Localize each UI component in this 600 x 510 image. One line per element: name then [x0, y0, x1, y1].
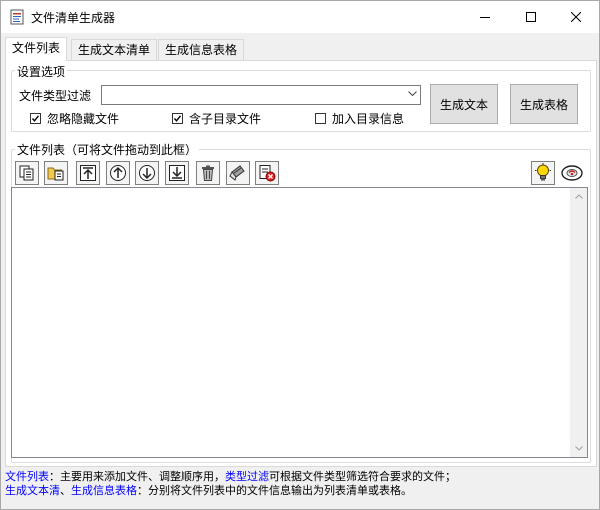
checkmark-icon	[173, 115, 182, 122]
add-files-button[interactable]	[15, 161, 39, 185]
chevron-down-icon	[408, 91, 417, 97]
file-list-toolbar	[15, 161, 585, 185]
help-link-type-filter[interactable]: 类型过滤	[225, 470, 269, 483]
help-text-2: 可根据文件类型筛选符合要求的文件；	[269, 470, 456, 483]
file-list-group-label: 文件列表（可将文件拖动到此框）	[15, 141, 200, 158]
vertical-scrollbar[interactable]	[570, 188, 587, 457]
help-text-3: ：分别将文件列表中的文件信息输出为列表清单或表格。	[137, 484, 412, 497]
file-type-filter-combobox[interactable]	[101, 85, 421, 105]
close-button[interactable]	[553, 1, 599, 33]
filter-label: 文件类型过滤	[19, 89, 92, 103]
delete-button[interactable]	[196, 161, 220, 185]
add-dir-info-label: 加入目录信息	[332, 112, 405, 126]
clear-list-button[interactable]	[226, 161, 250, 185]
scroll-down-button[interactable]	[570, 440, 587, 457]
title-bar: 文件清单生成器	[1, 1, 599, 33]
help-link-file-list[interactable]: 文件列表	[5, 470, 49, 483]
include-subdirs-checkbox[interactable]: 含子目录文件	[172, 110, 261, 127]
copy-files-icon	[19, 165, 34, 181]
move-top-button[interactable]	[76, 161, 100, 185]
tab-generate-text[interactable]: 生成文本清单	[71, 39, 158, 60]
window-title: 文件清单生成器	[31, 11, 116, 25]
tip-bulb-icon	[535, 163, 551, 181]
move-up-icon	[110, 165, 126, 181]
help-line-2: 生成文本清、生成信息表格：分别将文件列表中的文件信息输出为列表清单或表格。	[5, 484, 456, 498]
help-link-generate-text[interactable]: 生成文本清	[5, 484, 60, 497]
help-sep: 、	[60, 484, 71, 497]
move-down-button[interactable]	[135, 161, 159, 185]
maximize-icon	[526, 12, 536, 22]
chevron-down-icon	[574, 446, 583, 451]
tips-button[interactable]	[531, 161, 555, 185]
move-bottom-icon	[169, 165, 185, 181]
move-up-button[interactable]	[106, 161, 130, 185]
checkbox-box	[30, 113, 41, 124]
move-down-icon	[139, 165, 155, 181]
checkbox-box	[172, 113, 183, 124]
file-listbox[interactable]	[11, 187, 588, 458]
scroll-up-button[interactable]	[570, 188, 587, 205]
move-top-icon	[80, 165, 96, 181]
generate-table-button[interactable]: 生成表格	[510, 84, 578, 124]
ignore-hidden-checkbox[interactable]: 忽略隐藏文件	[30, 110, 119, 127]
tab-file-list[interactable]: 文件列表	[5, 37, 68, 61]
tab-panel-file-list: 设置选项 文件类型过滤 忽略隐藏文件 含子目录文件 加入目录信息 生成文本 生成…	[5, 60, 597, 467]
ignore-hidden-label: 忽略隐藏文件	[47, 112, 120, 126]
close-icon	[571, 12, 581, 22]
app-icon	[10, 9, 24, 25]
clear-icon	[229, 165, 245, 181]
about-button[interactable]	[560, 161, 584, 185]
delete-icon	[202, 165, 214, 181]
generate-text-button[interactable]: 生成文本	[430, 84, 498, 124]
minimize-button[interactable]	[462, 1, 508, 33]
remove-invalid-icon	[259, 165, 276, 182]
checkbox-box	[315, 113, 326, 124]
checkmark-icon	[31, 115, 40, 122]
help-text-1: ：主要用来添加文件、调整顺序用，	[49, 470, 225, 483]
minimize-icon	[480, 17, 490, 18]
app-window: 文件清单生成器 文件列表 生成文本清单 生成信息表格 设置选项 文件类型过滤 忽…	[0, 0, 600, 510]
about-eye-icon	[561, 165, 583, 181]
tab-generate-table[interactable]: 生成信息表格	[158, 39, 245, 60]
help-line-1: 文件列表：主要用来添加文件、调整顺序用，类型过滤可根据文件类型筛选符合要求的文件…	[5, 470, 456, 484]
help-text: 文件列表：主要用来添加文件、调整顺序用，类型过滤可根据文件类型筛选符合要求的文件…	[5, 470, 456, 498]
chevron-up-icon	[574, 194, 583, 199]
help-link-generate-table[interactable]: 生成信息表格	[71, 484, 137, 497]
settings-group-label: 设置选项	[15, 63, 68, 80]
add-dir-info-checkbox[interactable]: 加入目录信息	[315, 110, 404, 127]
add-folder-icon	[47, 167, 64, 181]
remove-invalid-button[interactable]	[255, 161, 279, 185]
move-bottom-button[interactable]	[165, 161, 189, 185]
include-subdirs-label: 含子目录文件	[189, 112, 262, 126]
maximize-button[interactable]	[508, 1, 554, 33]
add-folder-button[interactable]	[44, 161, 68, 185]
